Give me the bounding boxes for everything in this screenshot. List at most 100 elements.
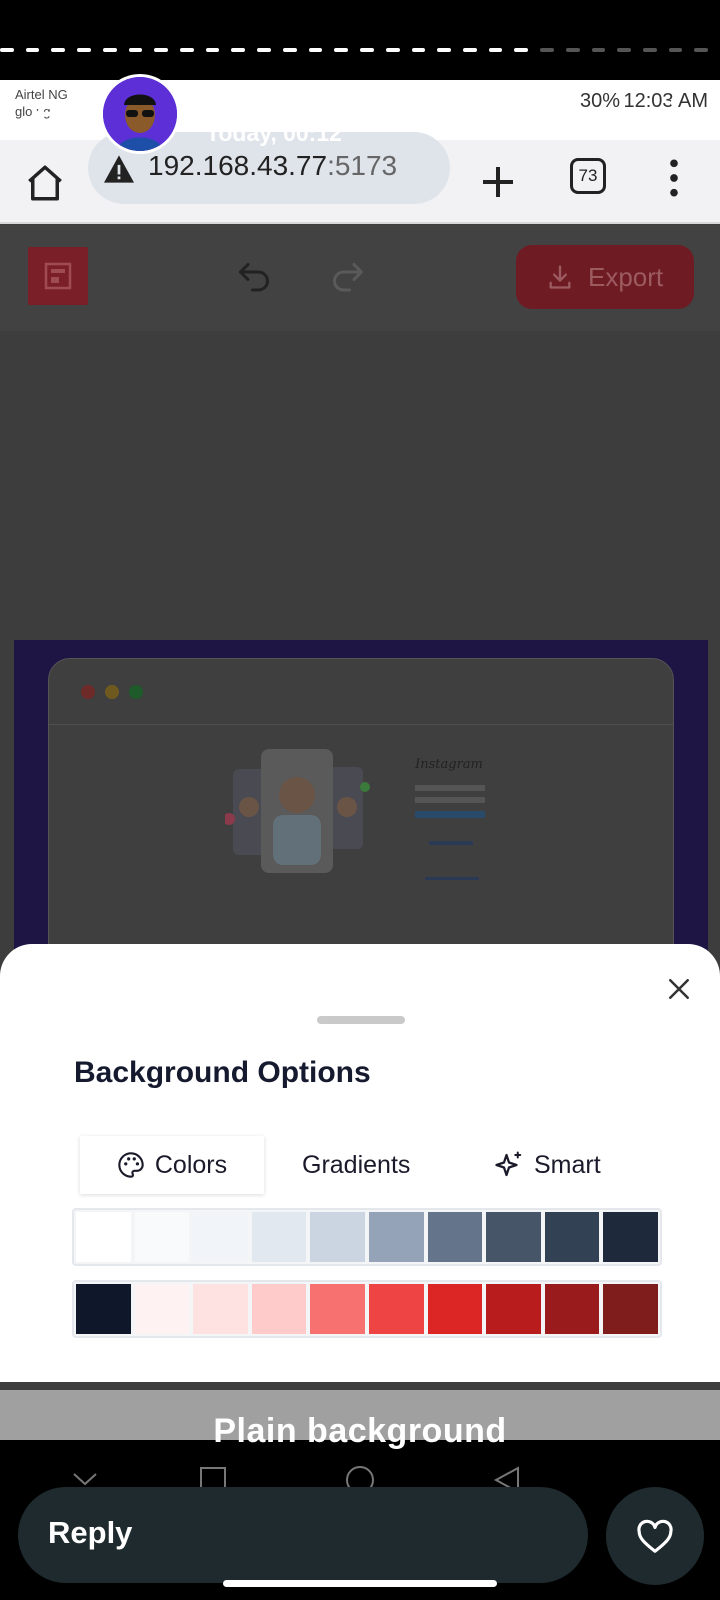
reply-placeholder: Reply bbox=[48, 1515, 133, 1550]
instagram-login-mock: Instagram bbox=[399, 745, 499, 895]
story-timestamp: Today, 00:12 bbox=[206, 120, 342, 146]
progress-segment bbox=[360, 48, 374, 52]
progress-segment bbox=[154, 48, 169, 52]
like-button[interactable] bbox=[606, 1487, 704, 1585]
tab-colors-label: Colors bbox=[154, 1150, 228, 1179]
color-swatch[interactable] bbox=[486, 1212, 541, 1262]
color-swatch[interactable] bbox=[193, 1284, 248, 1334]
color-swatch[interactable] bbox=[603, 1284, 658, 1334]
palette-icon bbox=[118, 1152, 144, 1178]
close-icon[interactable] bbox=[664, 974, 694, 1004]
color-swatch[interactable] bbox=[310, 1284, 365, 1334]
color-swatch[interactable] bbox=[310, 1212, 365, 1262]
color-swatch[interactable] bbox=[193, 1212, 248, 1262]
progress-segment bbox=[385, 48, 400, 52]
sheet-grabber[interactable] bbox=[317, 1016, 405, 1024]
home-indicator bbox=[223, 1580, 497, 1587]
progress-segment bbox=[51, 48, 66, 52]
progress-segment bbox=[231, 48, 246, 52]
progress-segment bbox=[540, 48, 554, 52]
progress-segment bbox=[25, 48, 40, 52]
progress-segment bbox=[334, 48, 349, 52]
swatch-row-slate bbox=[72, 1208, 662, 1266]
login-button-mock bbox=[415, 811, 485, 818]
color-swatch[interactable] bbox=[486, 1284, 541, 1334]
color-swatch[interactable] bbox=[251, 1212, 307, 1262]
progress-segment bbox=[205, 48, 220, 52]
color-swatch[interactable] bbox=[76, 1212, 131, 1262]
color-swatch[interactable] bbox=[368, 1284, 424, 1334]
color-swatch[interactable] bbox=[427, 1212, 483, 1262]
mock-titlebar bbox=[49, 659, 673, 725]
swatch-row-red bbox=[72, 1280, 662, 1338]
username-field-mock bbox=[415, 785, 485, 791]
download-icon bbox=[549, 265, 571, 289]
undo-icon[interactable] bbox=[236, 257, 272, 293]
progress-segment bbox=[642, 48, 657, 52]
sheet-title: Background Options bbox=[74, 1056, 371, 1089]
export-button[interactable]: Export bbox=[516, 245, 694, 309]
redo-icon[interactable] bbox=[330, 257, 366, 293]
progress-segment bbox=[462, 48, 477, 52]
progress-segment bbox=[565, 48, 580, 52]
export-label: Export bbox=[588, 261, 664, 292]
progress-segment bbox=[617, 48, 631, 52]
phone-collage-image bbox=[225, 749, 370, 873]
story-header: Akorede Ogunsola X Today, 00:12 bbox=[0, 70, 720, 160]
tab-switcher-button[interactable]: 73 bbox=[570, 158, 606, 194]
tab-smart[interactable]: Smart bbox=[494, 1136, 601, 1194]
color-swatch[interactable] bbox=[544, 1212, 600, 1262]
progress-segment bbox=[514, 48, 529, 52]
progress-segment bbox=[668, 48, 683, 52]
progress-segment bbox=[102, 48, 117, 52]
progress-segment bbox=[411, 48, 426, 52]
editor-toolbar: Export bbox=[0, 225, 720, 331]
more-vert-icon[interactable] bbox=[664, 156, 684, 200]
progress-segment bbox=[694, 48, 709, 52]
color-swatch[interactable] bbox=[76, 1284, 131, 1334]
password-field-mock bbox=[415, 797, 485, 803]
color-swatch[interactable] bbox=[134, 1212, 190, 1262]
tab-smart-label: Smart bbox=[534, 1150, 601, 1179]
progress-segment bbox=[591, 48, 606, 52]
back-arrow-icon[interactable] bbox=[30, 92, 74, 136]
progress-segment bbox=[257, 48, 271, 52]
layout-icon bbox=[44, 262, 72, 290]
progress-segment bbox=[0, 48, 14, 52]
avatar-image bbox=[103, 77, 177, 151]
tab-gradients[interactable]: Gradients bbox=[302, 1136, 410, 1194]
progress-segment bbox=[488, 48, 503, 52]
background-options-sheet: Background Options Colors Gradients Smar… bbox=[0, 944, 720, 1382]
story-progress-bar bbox=[0, 48, 720, 52]
progress-segment bbox=[128, 48, 143, 52]
plus-icon[interactable] bbox=[478, 162, 518, 202]
signup-link-mock bbox=[425, 877, 479, 880]
color-swatch[interactable] bbox=[544, 1284, 600, 1334]
story-image: Airtel NG glo ng 30% 12:03 AM 192.168.43… bbox=[0, 80, 720, 1440]
more-vert-icon[interactable] bbox=[666, 96, 682, 136]
tab-colors[interactable]: Colors bbox=[80, 1136, 264, 1194]
avatar[interactable] bbox=[100, 74, 180, 154]
color-swatch[interactable] bbox=[427, 1284, 483, 1334]
progress-segment bbox=[437, 48, 451, 52]
tab-gradients-label: Gradients bbox=[302, 1150, 411, 1179]
color-swatch[interactable] bbox=[368, 1212, 424, 1262]
close-dot bbox=[81, 685, 95, 699]
progress-segment bbox=[308, 48, 323, 52]
story-caption: Plain background bbox=[213, 1412, 507, 1450]
heart-icon bbox=[637, 1519, 673, 1553]
reply-input[interactable]: Reply bbox=[18, 1487, 588, 1583]
story-author-name: Akorede Ogunsola X bbox=[206, 78, 530, 114]
maximize-dot bbox=[129, 685, 143, 699]
instagram-logo: Instagram bbox=[415, 757, 483, 772]
color-swatch[interactable] bbox=[603, 1212, 658, 1262]
facebook-login-mock bbox=[429, 841, 473, 845]
color-swatch[interactable] bbox=[134, 1284, 190, 1334]
progress-segment bbox=[77, 48, 91, 52]
color-swatch[interactable] bbox=[251, 1284, 307, 1334]
sparkle-icon bbox=[495, 1151, 522, 1177]
app-logo-button[interactable] bbox=[28, 247, 88, 305]
progress-segment bbox=[282, 48, 297, 52]
minimize-dot bbox=[105, 685, 119, 699]
home-icon[interactable] bbox=[24, 162, 66, 204]
